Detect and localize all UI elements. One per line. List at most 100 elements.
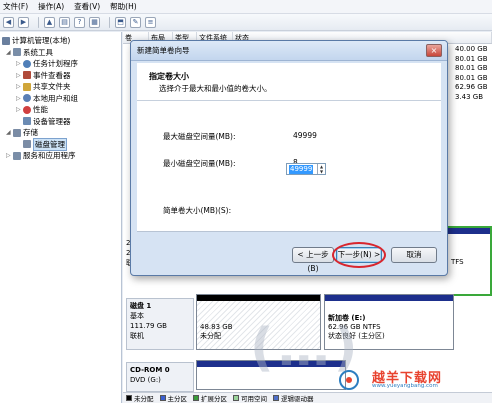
tree-item-label: 本地用户和组: [33, 93, 78, 103]
watermark-url: www.yueyangbang.com: [372, 383, 438, 389]
back-icon[interactable]: ◀: [3, 16, 14, 28]
tree-item-label: 事件查看器: [33, 70, 71, 80]
volume-capacity: 80.01 GB: [455, 64, 488, 72]
max-space-value: 49999: [293, 131, 317, 140]
navigation-tree: 计算机管理(本地) ◢ 系统工具 ▷ 任务计划程序 ▷ 事件查看器 ▷ 共享文件…: [0, 32, 122, 403]
expand-arrow-icon[interactable]: ▷: [6, 152, 12, 159]
menu-help[interactable]: 帮助(H): [110, 1, 137, 12]
next-button-highlight-circle: [332, 242, 386, 268]
tree-item-device-manager[interactable]: 设备管理器: [0, 116, 121, 128]
expand-arrow-icon[interactable]: ▷: [16, 60, 22, 67]
tree-item-shared-folders[interactable]: ▷ 共享文件夹: [0, 81, 121, 93]
computer-icon: [2, 36, 10, 45]
close-icon[interactable]: ×: [426, 44, 442, 57]
cancel-button[interactable]: 取消: [391, 247, 437, 263]
collapse-arrow-icon[interactable]: ◢: [6, 129, 12, 136]
legend-item: 可用空间: [233, 393, 267, 403]
legend-item: 逻辑驱动器: [273, 393, 314, 403]
settings-icon[interactable]: ✎: [130, 16, 141, 28]
wizard-heading: 指定卷大小: [149, 72, 189, 81]
tree-item-label: 计算机管理(本地): [12, 36, 71, 46]
volume-capacity: 40.00 GB: [455, 45, 488, 53]
volume-size-value: 49999: [289, 165, 314, 174]
tree-item-label: 系统工具: [23, 47, 53, 57]
legend-item: 扩展分区: [193, 393, 227, 403]
properties-icon[interactable]: ▦: [89, 16, 100, 28]
tree-item-label: 设备管理器: [33, 116, 71, 126]
tree-item-computer-management[interactable]: 计算机管理(本地): [0, 35, 121, 47]
disk1-label[interactable]: 磁盘 1 基本 111.79 GB 联机: [126, 298, 194, 350]
services-icon: [13, 151, 21, 160]
legend-swatch: [273, 395, 279, 401]
legend-swatch: [233, 395, 239, 401]
volume-size-label: 简单卷大小(MB)(S):: [163, 206, 232, 215]
volume-capacity: 80.01 GB: [455, 54, 488, 63]
event-viewer-icon: [23, 71, 31, 80]
tree-item-performance[interactable]: ▷ 性能: [0, 104, 121, 116]
min-space-label: 最小磁盘空间量(MB):: [163, 159, 236, 168]
tree-item-task-scheduler[interactable]: ▷ 任务计划程序: [0, 58, 121, 70]
legend-swatch: [126, 395, 132, 401]
volume-capacity: 62.96 GB: [455, 83, 488, 91]
tools-icon: [13, 48, 21, 57]
performance-icon: [23, 105, 31, 114]
partition-filesystem: TFS: [451, 258, 464, 266]
new-simple-volume-wizard: 新建简单卷向导 × 指定卷大小 选择介于最大和最小值的卷大小。 最大磁盘空间量(…: [130, 40, 448, 276]
tree-item-services-apps[interactable]: ▷ 服务和应用程序: [0, 150, 121, 162]
show-tree-icon[interactable]: ▤: [59, 16, 70, 28]
disk0-partition-fragment[interactable]: TFS: [443, 226, 492, 296]
tree-item-label: 存储: [23, 128, 38, 138]
cdrom-label[interactable]: CD-ROM 0 DVD (G:): [126, 362, 194, 392]
spinner-arrows-icon[interactable]: ▲ ▼: [317, 164, 325, 174]
volume-size-input[interactable]: 49999 ▲ ▼: [286, 163, 326, 175]
device-manager-icon: [23, 117, 31, 126]
dialog-title-bar: 新建简单卷向导: [131, 41, 447, 61]
users-icon: [23, 94, 31, 103]
tree-item-label: 性能: [33, 105, 48, 115]
menu-file[interactable]: 文件(F): [3, 1, 28, 12]
expand-arrow-icon[interactable]: ▷: [16, 72, 22, 79]
tree-item-disk-management[interactable]: 磁盘管理: [0, 137, 121, 151]
list-icon[interactable]: ≡: [145, 16, 156, 28]
tree-item-local-users[interactable]: ▷ 本地用户和组: [0, 93, 121, 105]
expand-arrow-icon[interactable]: ▷: [16, 83, 22, 90]
toolbar: ◀ ▶ ▲ ▤ ? ▦ ⬒ ✎ ≡: [0, 14, 492, 31]
back-button[interactable]: < 上一步(B): [292, 247, 334, 273]
menu-action[interactable]: 操作(A): [38, 1, 64, 12]
collapse-arrow-icon[interactable]: ◢: [6, 49, 12, 56]
forward-icon[interactable]: ▶: [18, 16, 29, 28]
up-folder-icon[interactable]: ▲: [44, 16, 55, 28]
volume-capacity: 3.43 GB: [455, 92, 484, 101]
tree-item-system-tools[interactable]: ◢ 系统工具: [0, 47, 121, 59]
menu-view[interactable]: 查看(V): [74, 1, 100, 12]
folder-icon: [23, 82, 31, 91]
toolbar-separator: [109, 16, 110, 28]
tree-item-label: 任务计划程序: [33, 59, 78, 69]
storage-icon: [13, 128, 21, 137]
dialog-divider: [137, 231, 441, 232]
tree-item-label: 服务和应用程序: [23, 151, 76, 161]
tree-item-event-viewer[interactable]: ▷ 事件查看器: [0, 70, 121, 82]
help-icon[interactable]: ?: [74, 16, 85, 28]
tree-item-label: 磁盘管理: [33, 137, 67, 151]
legend-item: 主分区: [159, 393, 187, 403]
wizard-subheading: 选择介于最大和最小值的卷大小。: [159, 84, 272, 93]
volume-capacity: 80.01 GB: [455, 73, 488, 82]
disk-icon: [23, 140, 31, 149]
wizard-header: 指定卷大小 选择介于最大和最小值的卷大小。: [137, 63, 441, 101]
site-logo-icon: [339, 370, 359, 390]
clock-icon: [23, 59, 31, 68]
legend-swatch: [159, 395, 166, 401]
legend-swatch: [193, 395, 199, 401]
export-icon[interactable]: ⬒: [115, 16, 126, 28]
disk-legend: 未分配 主分区 扩展分区 可用空间 逻辑驱动器: [123, 392, 492, 403]
site-watermark: 越羊下载网 www.yueyangbang.com: [328, 367, 488, 393]
max-space-label: 最大磁盘空间量(MB):: [163, 132, 236, 141]
expand-arrow-icon[interactable]: ▷: [16, 95, 22, 102]
legend-item: 未分配: [126, 393, 154, 403]
toolbar-separator: [38, 16, 39, 28]
menu-bar: 文件(F) 操作(A) 查看(V) 帮助(H): [0, 0, 492, 14]
expand-arrow-icon[interactable]: ▷: [16, 106, 22, 113]
tree-item-label: 共享文件夹: [33, 82, 71, 92]
dialog-title: 新建简单卷向导: [137, 46, 190, 55]
